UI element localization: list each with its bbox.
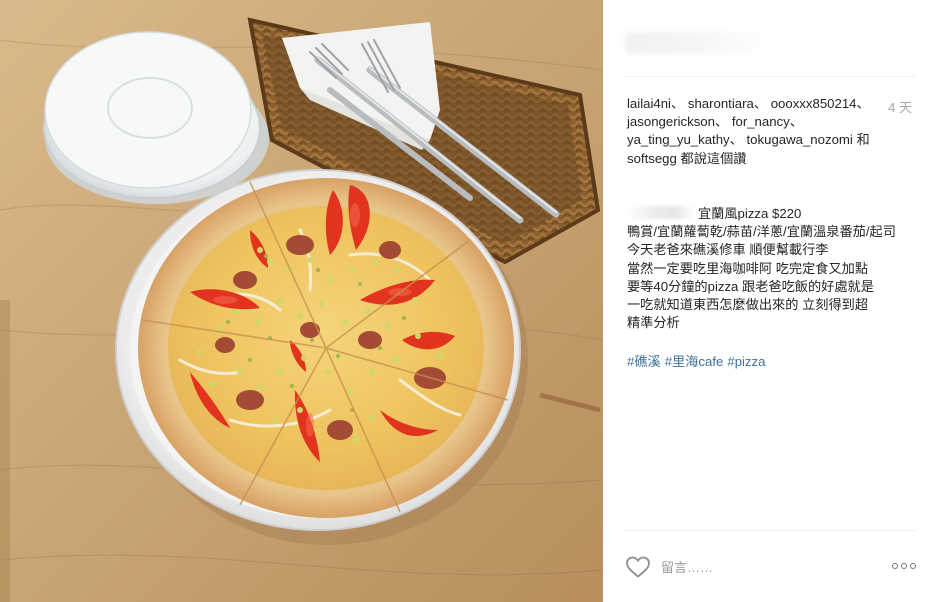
liker-username[interactable]: sharontiara	[688, 96, 754, 111]
liker-username[interactable]: tokugawa_nozomi	[747, 132, 853, 147]
caption-line: 一吃就知道東西怎麼做出來的 立刻得到超	[627, 296, 914, 314]
caption-text: 一吃就知道東西怎麼做出來的 立刻得到超	[627, 297, 869, 313]
caption-line: 宜蘭風pizza $220	[627, 205, 914, 223]
post-timestamp[interactable]: 4 天	[888, 97, 912, 116]
liker-separator: 、	[671, 96, 685, 111]
caption-line: 當然一定要吃里海咖啡阿 吃完定食又加點	[627, 260, 914, 278]
liker-username[interactable]: softsegg	[627, 151, 677, 166]
caption-line: 鴨賞/宜蘭蘿蔔乾/蒜苗/洋蔥/宜蘭溫泉番茄/起司	[627, 223, 914, 241]
footer-divider	[625, 530, 916, 531]
redacted-username	[627, 206, 695, 219]
liker-username[interactable]: lailai4ni	[627, 96, 671, 111]
likes-connector: 和	[856, 132, 870, 148]
caption-text: 要等40分鐘的pizza 跟老爸吃飯的好處就是	[627, 278, 874, 294]
liker-separator: 、	[753, 96, 768, 111]
liker-separator: 、	[714, 114, 729, 130]
hashtag-list: #礁溪 #里海cafe #pizza	[627, 351, 769, 370]
caption-text: 宜蘭風pizza $220	[698, 206, 802, 221]
liker-separator: 、	[789, 114, 803, 130]
caption-text: 鴨賞/宜蘭蘿蔔乾/蒜苗/洋蔥/宜蘭溫泉番茄/起司	[627, 224, 896, 240]
header-divider	[625, 76, 916, 77]
comment-input[interactable]	[661, 555, 881, 579]
caption-text: 今天老爸來礁溪修車 順便幫載行李	[627, 242, 829, 258]
pizza-photo-illustration	[0, 0, 603, 602]
heart-icon[interactable]	[625, 555, 651, 579]
likes-summary: lailai4ni、 sharontiara、 oooxxx850214、 ja…	[627, 95, 899, 168]
post-header	[625, 28, 916, 58]
liker-username[interactable]: ya_ting_yu_kathy	[627, 132, 730, 147]
caption-text: 精準分析	[627, 315, 680, 331]
hashtag-link[interactable]: #礁溪	[627, 354, 661, 369]
caption-line: 今天老爸來礁溪修車 順便幫載行李	[627, 241, 914, 259]
hashtag-link[interactable]: #pizza	[727, 354, 765, 369]
likes-suffix: 都說這個讚	[680, 150, 747, 166]
liker-username[interactable]: oooxxx850214	[771, 96, 857, 111]
caption-line: 精準分析	[627, 314, 914, 332]
redacted-author-area	[625, 32, 775, 54]
more-options-icon[interactable]	[890, 558, 918, 574]
hashtag-link[interactable]: #里海cafe	[665, 354, 724, 369]
post-actions	[625, 552, 918, 582]
liker-separator: 、	[729, 132, 743, 148]
caption-line: 要等40分鐘的pizza 跟老爸吃飯的好處就是	[627, 278, 914, 296]
post-caption: 宜蘭風pizza $220 鴨賞/宜蘭蘿蔔乾/蒜苗/洋蔥/宜蘭溫泉番茄/起司 今天老…	[627, 205, 914, 332]
post-photo[interactable]	[0, 0, 603, 602]
liker-username[interactable]: jasongerickson	[627, 114, 715, 129]
instagram-post-modal: lailai4ni、 sharontiara、 oooxxx850214、 ja…	[0, 0, 940, 602]
liker-username[interactable]: for_nancy	[732, 114, 790, 129]
caption-text: 當然一定要吃里海咖啡阿 吃完定食又加點	[627, 260, 869, 276]
liker-separator: 、	[856, 96, 870, 111]
post-details-panel: lailai4ni、 sharontiara、 oooxxx850214、 ja…	[603, 0, 940, 602]
